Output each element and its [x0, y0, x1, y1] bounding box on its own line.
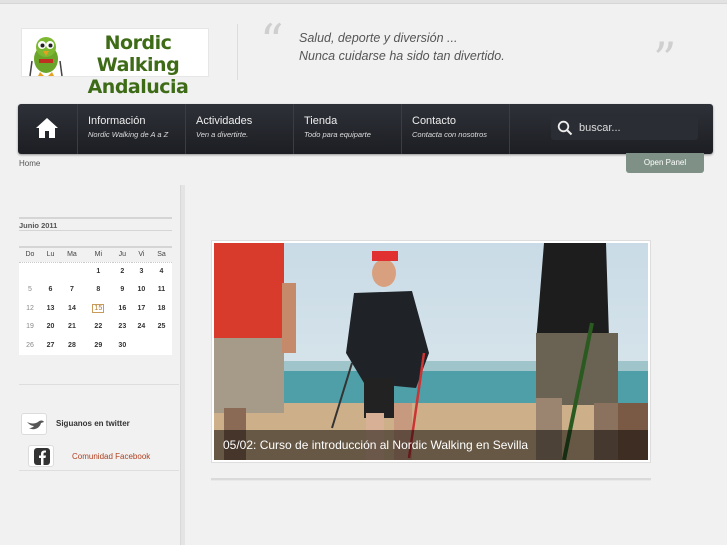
calendar-day: 9	[120, 286, 125, 294]
sidebar-divider	[19, 470, 179, 471]
calendar-day: 11	[157, 286, 166, 294]
calendar-day: 27	[46, 341, 55, 349]
nav-subtitle: Contacta con nosotros	[412, 130, 488, 139]
calendar-day: 25	[157, 323, 166, 331]
day-header: Vi	[131, 246, 151, 263]
calendar-day: 17	[137, 304, 146, 312]
nav-home-button[interactable]	[18, 104, 78, 154]
logo-line-1: Nordic Walking	[96, 32, 180, 76]
calendar-day: 26	[26, 341, 34, 349]
calendar-day: 23	[118, 323, 127, 331]
quote-close-icon: ”	[653, 32, 677, 86]
nav-title: Tienda	[304, 115, 338, 127]
calendar-day: 18	[157, 304, 166, 312]
breadcrumb[interactable]: Home	[19, 159, 40, 168]
twitter-button[interactable]	[21, 413, 47, 435]
slogan-line-1: Salud, deporte y diversión ...	[299, 31, 458, 45]
top-border	[0, 0, 727, 4]
day-header: Mi	[83, 246, 113, 263]
day-header: Sa	[150, 246, 172, 263]
day-header: Do	[19, 246, 41, 263]
nav-title: Actividades	[196, 115, 253, 127]
nav-item-actividades[interactable]: Actividades Ven a divertirte.	[186, 104, 294, 154]
calendar-day: 14	[68, 304, 76, 312]
calendar-day: 8	[96, 286, 101, 294]
calendar-day-today: 15	[84, 299, 113, 318]
calendar-day	[41, 262, 60, 281]
logo-line-2: Andalucia	[87, 76, 189, 98]
twitter-label[interactable]: Siguanos en twitter	[56, 419, 130, 428]
open-panel-button[interactable]: Open Panel	[626, 153, 704, 173]
calendar-day: 16	[118, 304, 127, 312]
calendar-day: 30	[118, 341, 127, 349]
site-logo[interactable]: Nordic Walking Andalucia	[21, 28, 209, 98]
calendar-day: 12	[26, 304, 34, 312]
calendar-day: 28	[68, 341, 76, 349]
calendar-week: 12 13 14 15 16 17 18	[19, 299, 172, 318]
calendar-day: 19	[26, 323, 34, 331]
quote-open-icon: “	[260, 14, 284, 68]
calendar-day: 22	[94, 323, 103, 331]
calendar-week: 1 2 3 4	[19, 262, 172, 281]
facebook-button[interactable]	[28, 445, 54, 467]
calendar-day: 24	[137, 323, 146, 331]
nav-subtitle: Todo para equiparte	[304, 130, 371, 139]
sidebar-separator	[180, 185, 185, 545]
calendar-week: 5 6 7 8 9 10 11	[19, 281, 172, 300]
calendar-day: 5	[28, 286, 32, 294]
day-header: Lu	[40, 246, 61, 263]
twitter-bird-icon	[27, 420, 44, 430]
facebook-icon	[34, 448, 50, 465]
calendar-day: 7	[70, 286, 74, 294]
main-navbar: Información Nordic Walking de A a Z Acti…	[18, 104, 713, 154]
slogan-line-2: Nunca cuidarse ha sido tan divertido.	[299, 49, 505, 63]
search-box	[551, 116, 698, 140]
nav-subtitle: Ven a divertirte.	[196, 130, 249, 139]
nav-item-tienda[interactable]: Tienda Todo para equiparte	[294, 104, 402, 154]
calendar-week: 19 20 21 22 23 24 25	[19, 318, 172, 337]
calendar-day: 2	[120, 268, 125, 275]
calendar-day: 4	[159, 268, 164, 275]
day-header: Ju	[112, 246, 132, 263]
slogan: Salud, deporte y diversión ... Nunca cui…	[299, 29, 505, 65]
calendar-day: 3	[139, 268, 144, 275]
bird-mascot-icon	[29, 37, 63, 77]
calendar-day: 29	[94, 341, 103, 349]
nav-title: Contacto	[412, 115, 457, 127]
calendar-day: 20	[46, 323, 55, 331]
calendar-day: 21	[68, 323, 76, 331]
search-input[interactable]	[579, 119, 693, 137]
calendar-title: Junio 2011	[19, 217, 172, 231]
calendar-day: 1	[96, 268, 101, 275]
day-header: Ma	[60, 246, 84, 263]
nav-subtitle: Nordic Walking de A a Z	[88, 130, 169, 139]
calendar-day	[132, 336, 151, 355]
calendar-header-row: Do Lu Ma Mi Ju Vi Sa	[19, 246, 172, 263]
calendar-day: 10	[137, 286, 146, 294]
slide-caption[interactable]: 05/02: Curso de introducción al Nordic W…	[214, 430, 648, 460]
calendar-day: 6	[48, 286, 53, 294]
today-marker: 15	[92, 303, 105, 313]
calendar-day	[19, 262, 41, 281]
nav-title: Información	[88, 115, 146, 127]
nav-item-informacion[interactable]: Información Nordic Walking de A a Z	[78, 104, 186, 154]
slide-image[interactable]: 05/02: Curso de introducción al Nordic W…	[214, 243, 648, 460]
facebook-label[interactable]: Comunidad Facebook	[72, 452, 150, 461]
nordic-walkers-photo	[214, 243, 648, 460]
calendar-day	[60, 262, 84, 281]
featured-slider: 05/02: Curso de introducción al Nordic W…	[211, 240, 651, 463]
content-divider	[211, 478, 651, 481]
search-icon[interactable]	[557, 120, 573, 136]
header-divider	[237, 24, 238, 80]
calendar-week: 26 27 28 29 30	[19, 336, 172, 355]
nav-item-contacto[interactable]: Contacto Contacta con nosotros	[402, 104, 510, 154]
home-icon	[36, 118, 58, 138]
logo-text: Nordic Walking Andalucia	[68, 32, 208, 98]
calendar-day	[151, 336, 172, 355]
calendar: Do Lu Ma Mi Ju Vi Sa 1 2 3 4 5 6 7 8 9 1…	[19, 246, 172, 355]
calendar-day: 13	[46, 304, 55, 312]
sidebar-divider	[19, 384, 179, 385]
